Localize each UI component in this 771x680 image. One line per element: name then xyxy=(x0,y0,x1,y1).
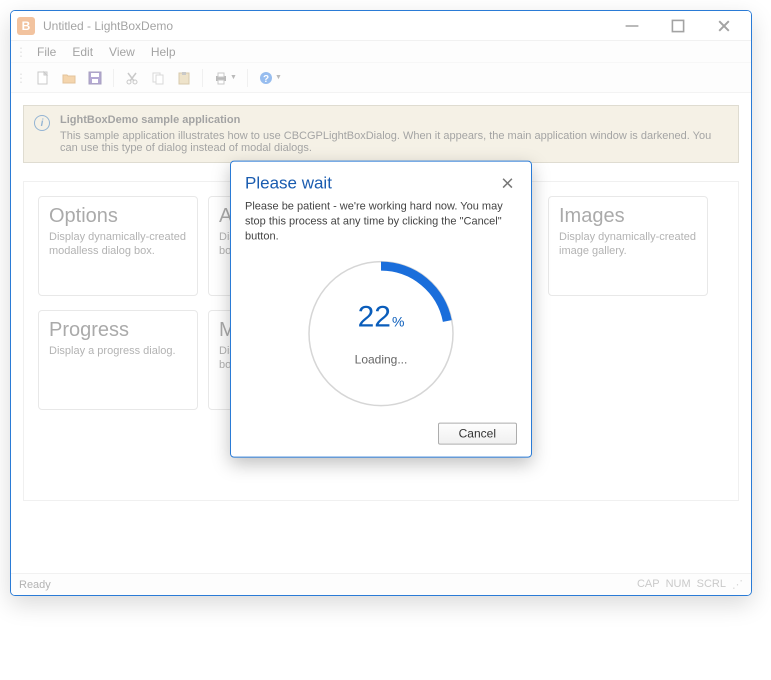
info-banner: i LightBoxDemo sample application This s… xyxy=(23,105,739,163)
card-options[interactable]: Options Display dynamically-created moda… xyxy=(38,196,198,296)
card-title: Options xyxy=(49,205,187,228)
print-button[interactable]: ▼ xyxy=(209,66,241,90)
status-scrl: SCRL xyxy=(697,578,726,591)
dialog-close-button[interactable] xyxy=(498,174,517,193)
chevron-down-icon: ▼ xyxy=(230,74,237,81)
maximize-icon xyxy=(670,18,686,34)
card-desc: Display dynamically-created modalless di… xyxy=(49,230,187,259)
info-body: LightBoxDemo sample application This sam… xyxy=(60,114,728,154)
copy-icon xyxy=(150,70,166,86)
close-icon xyxy=(502,177,513,188)
menu-file[interactable]: File xyxy=(29,43,64,61)
minimize-button[interactable] xyxy=(609,12,655,40)
statusbar: Ready CAP NUM SCRL ⋰ xyxy=(11,573,751,595)
close-icon xyxy=(716,18,732,34)
card-progress[interactable]: Progress Display a progress dialog. xyxy=(38,310,198,410)
status-cap: CAP xyxy=(637,578,660,591)
banner-title: LightBoxDemo sample application xyxy=(60,114,728,126)
resize-grip-icon: ⋰ xyxy=(732,578,743,591)
save-button[interactable] xyxy=(83,66,107,90)
paste-button[interactable] xyxy=(172,66,196,90)
titlebar: B Untitled - LightBoxDemo xyxy=(11,11,751,41)
status-num: NUM xyxy=(666,578,691,591)
help-icon: ? xyxy=(258,70,274,86)
main-window: B Untitled - LightBoxDemo ⋮ File Edit Vi… xyxy=(10,10,752,596)
banner-text: This sample application illustrates how … xyxy=(60,130,728,154)
svg-text:?: ? xyxy=(263,74,269,85)
cut-icon xyxy=(124,70,140,86)
progress-label: Loading... xyxy=(355,352,408,366)
close-button[interactable] xyxy=(701,12,747,40)
dialog-description: Please be patient - we're working hard n… xyxy=(245,200,517,245)
card-desc: Display a progress dialog. xyxy=(49,344,187,358)
minimize-icon xyxy=(624,18,640,34)
toolbar-separator xyxy=(113,69,114,87)
toolbar: ⋮ ▼ ? ▼ xyxy=(11,63,751,93)
save-icon xyxy=(87,70,103,86)
open-button[interactable] xyxy=(57,66,81,90)
status-text: Ready xyxy=(19,579,51,591)
card-desc: Display dynamically-created image galler… xyxy=(559,230,697,259)
card-images[interactable]: Images Display dynamically-created image… xyxy=(548,196,708,296)
progress-ring: 22 % Loading... xyxy=(306,258,456,408)
progress-percent: 22 xyxy=(358,300,391,334)
window-controls xyxy=(609,12,747,40)
window-title: Untitled - LightBoxDemo xyxy=(43,19,609,33)
percent-sign: % xyxy=(392,313,404,329)
progress-dialog: Please wait Please be patient - we're wo… xyxy=(230,161,532,458)
menu-help[interactable]: Help xyxy=(143,43,184,61)
copy-button[interactable] xyxy=(146,66,170,90)
chevron-down-icon: ▼ xyxy=(275,74,282,81)
print-icon xyxy=(213,70,229,86)
new-button[interactable] xyxy=(31,66,55,90)
toolbar-separator xyxy=(202,69,203,87)
help-button[interactable]: ? ▼ xyxy=(254,66,286,90)
maximize-button[interactable] xyxy=(655,12,701,40)
new-file-icon xyxy=(35,70,51,86)
toolbar-grip-icon: ⋮ xyxy=(15,71,25,85)
paste-icon xyxy=(176,70,192,86)
info-icon: i xyxy=(34,115,50,131)
toolbar-separator xyxy=(247,69,248,87)
dialog-title: Please wait xyxy=(245,174,498,194)
menubar: ⋮ File Edit View Help xyxy=(11,41,751,63)
card-title: Progress xyxy=(49,319,187,342)
card-title: Images xyxy=(559,205,697,228)
menubar-grip-icon: ⋮ xyxy=(15,45,25,59)
cancel-button[interactable]: Cancel xyxy=(438,422,517,444)
open-folder-icon xyxy=(61,70,77,86)
app-icon: B xyxy=(17,17,35,35)
cut-button[interactable] xyxy=(120,66,144,90)
menu-view[interactable]: View xyxy=(101,43,143,61)
menu-edit[interactable]: Edit xyxy=(64,43,101,61)
